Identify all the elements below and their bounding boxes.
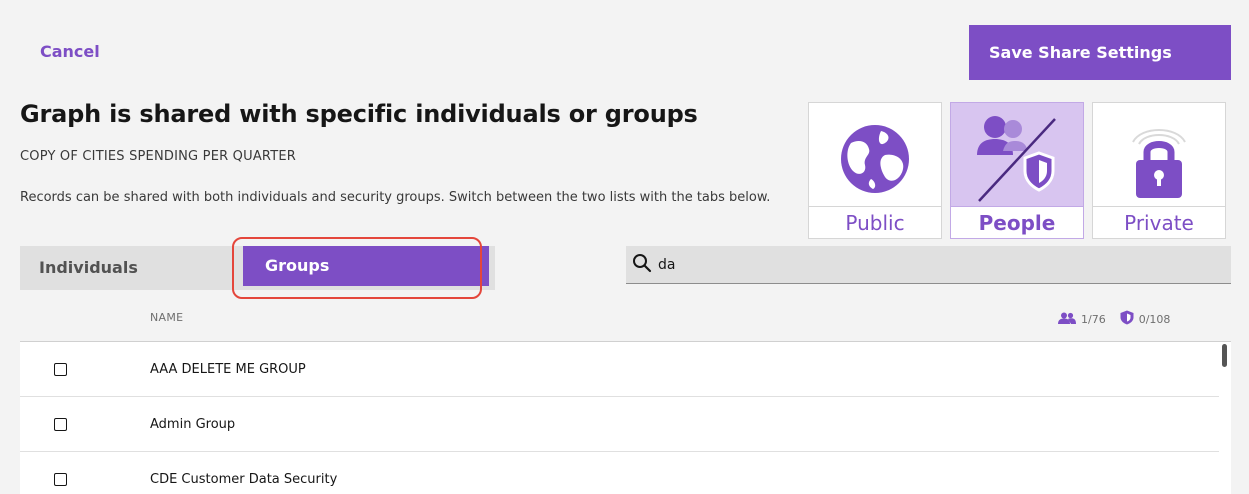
group-name: CDE Customer Data Security [150, 471, 338, 487]
share-option-private[interactable]: Private [1092, 102, 1226, 239]
cancel-button[interactable]: Cancel [40, 42, 100, 61]
share-option-label: Private [1093, 206, 1225, 238]
people-shield-icon [951, 111, 1083, 207]
group-count: 0/108 [1138, 312, 1171, 326]
list-item[interactable]: AAA DELETE ME GROUP [20, 342, 1219, 397]
share-options: Public People Private [808, 102, 1226, 239]
search-bar [626, 246, 1231, 284]
row-checkbox[interactable] [54, 417, 67, 431]
list-item[interactable]: CDE Customer Data Security [20, 452, 1219, 494]
share-tabs: Individuals Groups [20, 246, 495, 290]
row-checkbox[interactable] [54, 472, 67, 486]
padlock-icon [1093, 111, 1225, 207]
tab-individuals[interactable]: Individuals [20, 246, 235, 290]
globe-icon [809, 111, 941, 207]
group-name: Admin Group [150, 416, 236, 432]
description: Records can be shared with both individu… [20, 190, 771, 205]
search-icon [632, 253, 652, 277]
group-list: AAA DELETE ME GROUP Admin Group CDE Cust… [20, 341, 1231, 494]
tab-groups[interactable]: Groups [243, 246, 489, 286]
record-name: COPY OF CITIES SPENDING PER QUARTER [20, 149, 297, 164]
row-checkbox[interactable] [54, 362, 67, 376]
save-share-settings-button[interactable]: Save Share Settings [969, 25, 1231, 80]
share-option-people[interactable]: People [950, 102, 1084, 239]
user-count: 1/76 [1081, 312, 1106, 326]
shield-icon [1120, 310, 1134, 328]
share-option-label: Public [809, 206, 941, 238]
column-header-name: NAME [150, 311, 184, 324]
group-name: AAA DELETE ME GROUP [150, 361, 306, 377]
scrollbar[interactable] [1222, 344, 1227, 367]
page-title: Graph is shared with specific individual… [20, 100, 698, 128]
users-icon [1058, 312, 1076, 327]
search-input[interactable] [658, 256, 1218, 273]
list-item[interactable]: Admin Group [20, 397, 1219, 452]
share-option-label: People [951, 206, 1083, 238]
share-option-public[interactable]: Public [808, 102, 942, 239]
selection-counts: 1/76 0/108 [1058, 310, 1170, 328]
